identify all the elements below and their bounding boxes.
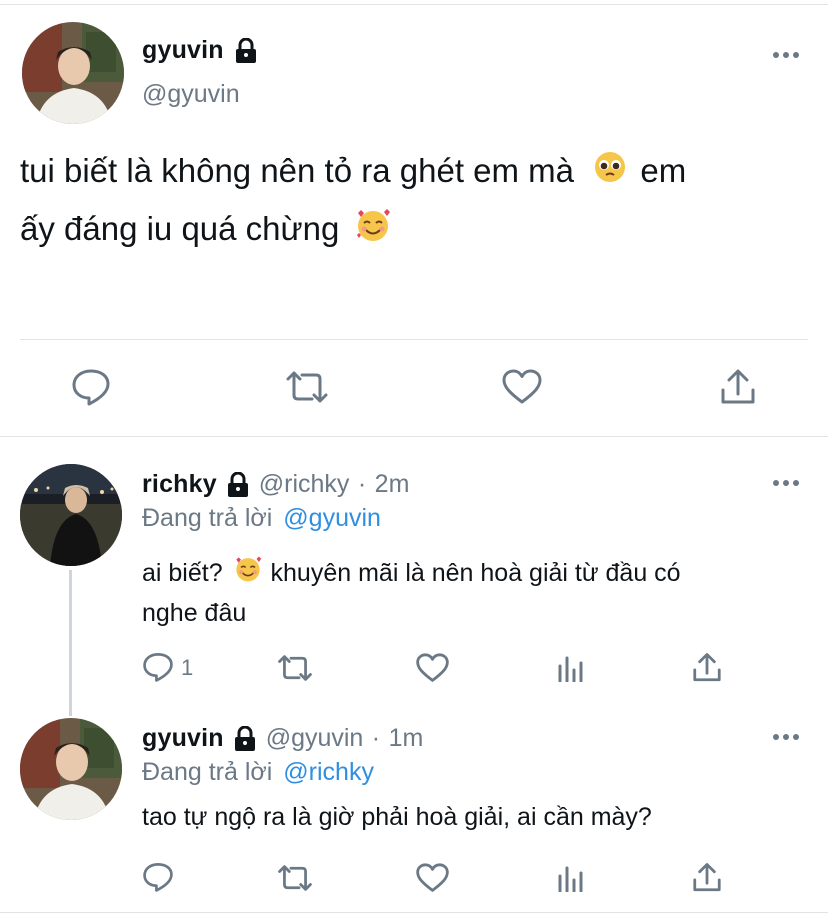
reply2-text: tao tự ngộ ra là giờ phải hoà giải, ai c… <box>142 803 652 831</box>
reply2-analytics-icon[interactable] <box>557 864 585 897</box>
replying-to-label: Đang trả lời <box>142 758 273 786</box>
reply1-author-handle[interactable]: @richky <box>259 470 350 498</box>
reply2-like-icon[interactable] <box>416 863 449 898</box>
reply1-like-icon[interactable] <box>416 653 449 688</box>
reply1-share-icon[interactable] <box>692 652 722 688</box>
tweet-divider <box>0 436 828 437</box>
top-divider <box>0 4 828 5</box>
reply1-timestamp[interactable]: 2m <box>375 470 410 498</box>
reply1-replying-to: Đang trả lời @gyuvin <box>142 504 381 533</box>
replying-to-mention[interactable]: @gyuvin <box>283 504 381 532</box>
reply1-more-options-icon[interactable] <box>772 474 800 497</box>
lock-icon <box>234 37 258 69</box>
like-icon[interactable] <box>502 369 542 410</box>
author-name[interactable]: gyuvin <box>142 36 224 64</box>
reply1-analytics-icon[interactable] <box>557 654 585 687</box>
reply1-retweet-icon[interactable] <box>276 655 314 686</box>
share-icon[interactable] <box>720 368 756 411</box>
pleading-face-emoji <box>593 145 627 201</box>
avatar-gyuvin[interactable] <box>22 22 124 124</box>
tweet-text-line1: tui biết là không nên tỏ ra ghét em mà <box>20 152 575 189</box>
reply1-text-line1-end: khuyên mãi là nên hoà giải từ đầu có <box>270 559 681 587</box>
smiling-face-with-hearts-emoji <box>355 204 391 260</box>
author-handle[interactable]: @gyuvin <box>142 80 240 109</box>
retweet-icon[interactable] <box>284 371 330 408</box>
reply2-replying-to: Đang trả lời @richky <box>142 758 374 787</box>
reply2-author-handle[interactable]: @gyuvin <box>266 724 364 752</box>
tweet-text: tui biết là không nên tỏ ra ghét em mà e… <box>20 143 810 260</box>
actions-divider <box>20 339 808 340</box>
reply1-dot: · <box>357 470 367 498</box>
reply2-header: gyuvin @gyuvin · 1m <box>142 724 423 757</box>
reply1-text-line2: nghe đâu <box>142 598 247 627</box>
reply2-dot: · <box>371 724 381 752</box>
thread-connector-line <box>69 570 72 716</box>
tweet-text-line1-end: em <box>640 152 687 189</box>
smiling-face-with-hearts-emoji <box>234 555 262 594</box>
replying-to-mention[interactable]: @richky <box>283 758 374 786</box>
tweet-text-line2: ấy đáng iu quá chừng <box>20 210 340 248</box>
reply-icon[interactable] <box>71 368 111 411</box>
lock-icon <box>226 471 250 503</box>
lock-icon <box>233 725 257 757</box>
reply1-author-name[interactable]: richky <box>142 470 217 498</box>
reply2-share-icon[interactable] <box>692 862 722 898</box>
reply2-timestamp[interactable]: 1m <box>389 724 424 752</box>
reply1-text: ai biết? khuyên mãi là nên hoà giải từ đ… <box>142 554 802 632</box>
reply2-retweet-icon[interactable] <box>276 865 314 896</box>
reply2-reply-icon[interactable] <box>142 862 174 897</box>
more-options-icon[interactable] <box>772 46 800 69</box>
reply2-more-options-icon[interactable] <box>772 728 800 751</box>
reply1-reply-count: 1 <box>181 655 194 680</box>
replying-to-label: Đang trả lời <box>142 504 273 532</box>
avatar-gyuvin-reply[interactable] <box>20 718 122 820</box>
main-author-row: gyuvin <box>142 36 258 66</box>
reply1-reply-icon[interactable] <box>142 652 174 687</box>
reply1-text-line1-start: ai biết? <box>142 559 223 587</box>
avatar-richky[interactable] <box>20 464 122 566</box>
reply1-header: richky @richky · 2m <box>142 470 409 503</box>
bottom-divider <box>0 912 828 913</box>
reply2-author-name[interactable]: gyuvin <box>142 724 224 752</box>
